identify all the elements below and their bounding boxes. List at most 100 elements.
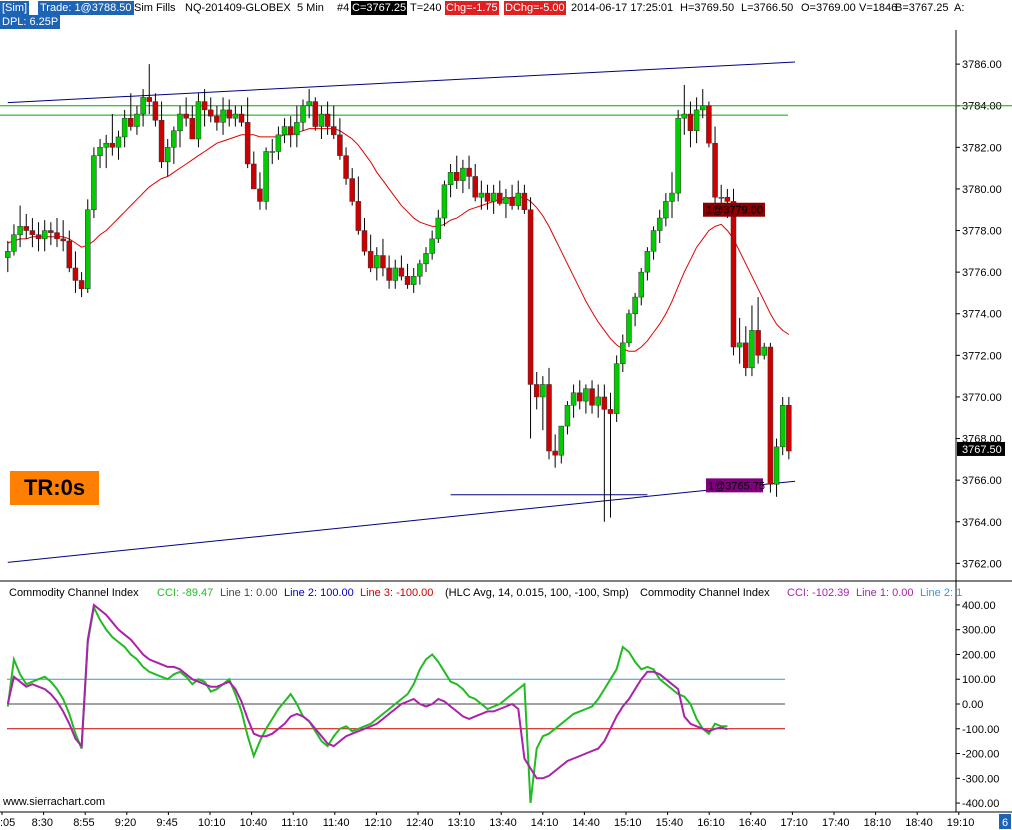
time-tick-label: 13:10	[448, 817, 476, 829]
candle-body	[675, 117, 681, 194]
candle-body	[103, 142, 109, 148]
candle-body	[23, 226, 29, 231]
time-tick-label: 15:10	[614, 817, 642, 829]
time-tick-label: 11:10	[281, 817, 308, 829]
candle-body	[115, 136, 122, 148]
candle-body	[743, 342, 749, 369]
price-tick-label: 3784.00	[962, 101, 1002, 113]
cci-value-1: CCI: -89.47	[157, 587, 214, 599]
time-tick-label: 14:40	[572, 817, 600, 829]
candle-body	[257, 188, 263, 202]
trend-line	[7, 61, 796, 104]
candle-body	[755, 330, 761, 356]
candle-body	[638, 271, 644, 298]
candle-body	[380, 255, 386, 269]
candle-body	[11, 234, 17, 252]
watermark: www.sierrachart.com	[3, 796, 106, 808]
cci-tick-label: -400.00	[962, 798, 999, 810]
price-tick-label: 3780.00	[962, 184, 1002, 196]
candle-body	[410, 276, 417, 285]
candle-body	[78, 280, 85, 290]
cci-line3-value: Line 3: -100.00	[360, 587, 434, 599]
candle-body	[558, 425, 565, 456]
candle-body	[583, 388, 589, 402]
candle-body	[730, 201, 737, 348]
time-tick-label: 15:40	[656, 817, 684, 829]
candle-body	[435, 217, 442, 240]
cci-title-1: Commodity Channel Index	[9, 587, 139, 599]
candle-body	[503, 197, 509, 204]
cci-tick-label: 100.00	[962, 674, 996, 686]
candle-body	[48, 230, 54, 233]
candle-body	[177, 113, 183, 131]
candle-body	[35, 234, 42, 240]
cci-value-2: CCI: -102.39	[787, 587, 850, 599]
candle-body	[423, 253, 429, 265]
candle-body	[601, 396, 608, 410]
candle-body	[712, 142, 718, 198]
price-chart[interactable]: 3786.00 3784.00 3782.00 3780.00 3778.00 3776.…	[0, 0, 1012, 830]
candle-body	[626, 313, 632, 344]
candle-body	[693, 109, 700, 131]
candle-body	[60, 238, 66, 242]
cci-line2-value: Line 2: 100.00	[284, 587, 354, 599]
candle-body	[546, 384, 552, 452]
cci-tick-label: -100.00	[962, 724, 999, 736]
candle-body	[761, 346, 767, 356]
candle-body	[294, 122, 300, 136]
cci-tick-label: -200.00	[962, 749, 999, 761]
candle-body	[287, 126, 294, 136]
time-tick-label: 11:40	[323, 817, 350, 829]
order-label-lower: 1@3765.75	[708, 480, 765, 492]
candle-body	[343, 155, 349, 179]
cci-params: (HLC Avg, 14, 0.015, 100, -100, Smp)	[445, 587, 629, 599]
candle-body	[121, 117, 128, 138]
candle-body	[767, 346, 774, 485]
candle-body	[251, 163, 257, 190]
price-tick-label: 3762.00	[962, 558, 1002, 570]
candle-body	[669, 192, 675, 202]
candle-body	[681, 113, 688, 119]
candle-body	[786, 405, 792, 452]
candle-body	[607, 409, 614, 414]
candle-body	[460, 167, 466, 181]
price-tick-label: 3774.00	[962, 309, 1002, 321]
candle-body	[244, 122, 251, 165]
candle-body	[589, 388, 595, 406]
candle-body	[349, 178, 355, 202]
cci-line1-value: Line 1: 0.00	[220, 587, 278, 599]
candle-body	[700, 105, 706, 111]
candle-body	[171, 130, 177, 148]
candle-body	[331, 126, 337, 136]
time-tick-label: 17:10	[780, 817, 808, 829]
time-tick-label: 14:10	[531, 817, 559, 829]
candle-body	[54, 232, 60, 240]
time-tick-label: 18:10	[864, 817, 892, 829]
candle-body	[232, 113, 239, 119]
candle-body	[374, 255, 380, 269]
time-tick-label: 12:40	[406, 817, 434, 829]
candle-body	[140, 97, 146, 115]
candle-body	[564, 405, 571, 427]
candle-body	[509, 197, 515, 206]
candle-body	[497, 192, 503, 204]
time-tick-label: 8:30	[32, 817, 53, 829]
price-tick-label: 3766.00	[962, 475, 1002, 487]
candle-body	[214, 115, 220, 123]
candle-body	[773, 446, 780, 485]
candle-body	[650, 230, 657, 252]
candle-body	[226, 109, 232, 119]
candle-body	[527, 209, 534, 385]
time-tick-label: 16:10	[697, 817, 725, 829]
candle-body	[521, 192, 528, 210]
candle-body	[306, 101, 312, 106]
price-tick-label: 3776.00	[962, 267, 1002, 279]
candle-body	[355, 201, 362, 231]
candle-body	[656, 217, 663, 231]
candle-body	[490, 192, 497, 202]
time-tick-label: 17:40	[822, 817, 850, 829]
candle-body	[263, 151, 269, 202]
price-tick-label: 3782.00	[962, 142, 1002, 154]
candle-body	[644, 251, 651, 273]
cci-tick-label: 0.00	[962, 699, 983, 711]
